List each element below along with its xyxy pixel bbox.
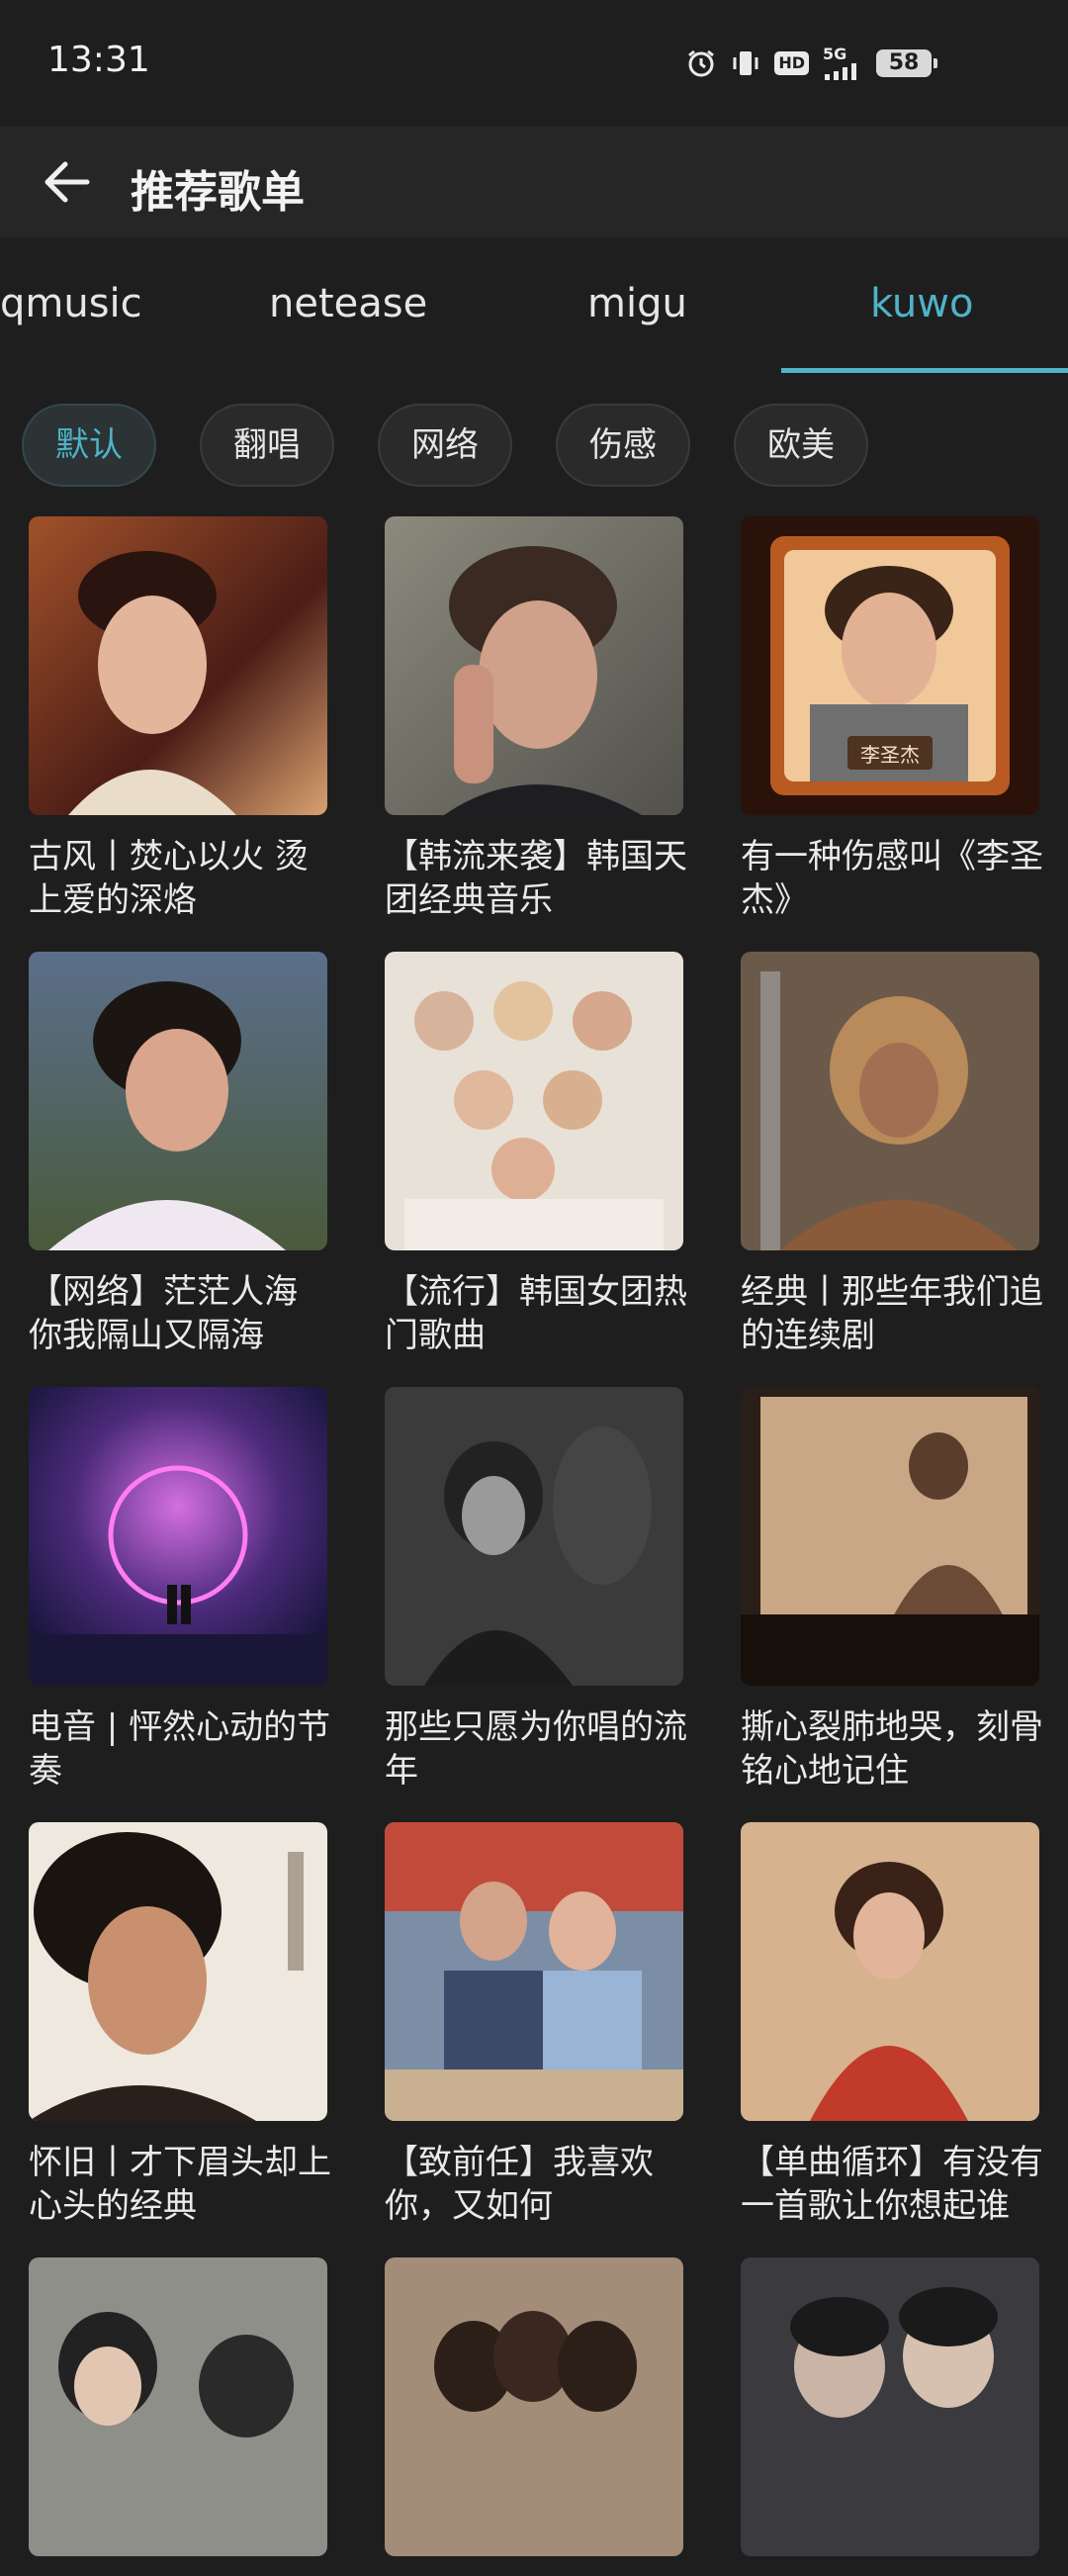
playlist-cover bbox=[385, 952, 683, 1250]
playlist-card[interactable]: 【网络】茫茫人海 你我隔山又隔海 bbox=[29, 952, 327, 1357]
back-arrow-icon bbox=[44, 161, 90, 203]
chip-default[interactable]: 默认 bbox=[22, 404, 156, 487]
battery-icon: 58 bbox=[876, 49, 937, 77]
playlist-card[interactable] bbox=[385, 2257, 683, 2576]
playlist-cover bbox=[741, 2257, 1039, 2556]
category-chips: 默认 翻唱 网络 伤感 欧美 bbox=[0, 404, 1068, 489]
hd-icon: HD bbox=[774, 51, 809, 75]
cover-caption: 李圣杰 bbox=[860, 743, 920, 767]
chip-cover[interactable]: 翻唱 bbox=[200, 404, 334, 487]
chip-western[interactable]: 欧美 bbox=[734, 404, 868, 487]
playlist-card[interactable]: 电音 | 怦然心动的节奏 bbox=[29, 1387, 330, 1793]
playlist-cover: 李圣杰 bbox=[741, 516, 1039, 815]
chip-sad[interactable]: 伤感 bbox=[556, 404, 690, 487]
playlist-title: 古风丨焚心以火 烫上爱的深烙 bbox=[29, 837, 309, 920]
playlist-cover bbox=[741, 952, 1039, 1250]
playlist-card[interactable]: 【单曲循环】有没有一首歌让你想起谁 bbox=[741, 1822, 1043, 2228]
playlist-card[interactable]: 怀旧丨才下眉头却上心头的经典 bbox=[29, 1822, 331, 2228]
playlist-card[interactable]: 李圣杰 有一种伤感叫《李圣杰》 bbox=[741, 516, 1043, 922]
tab-kuwo[interactable]: kuwo bbox=[870, 281, 973, 326]
playlist-card[interactable]: 撕心裂肺地哭，刻骨铭心地记住 bbox=[741, 1387, 1043, 1793]
playlist-title: 【网络】茫茫人海 你我隔山又隔海 bbox=[29, 1272, 298, 1355]
playlist-title: 【流行】韩国女团热门歌曲 bbox=[385, 1272, 687, 1355]
network-type: 5G bbox=[823, 45, 847, 63]
status-bar: 13:31 HD 5G 58 bbox=[0, 0, 1068, 127]
page-title: 推荐歌单 bbox=[131, 167, 305, 218]
chip-network[interactable]: 网络 bbox=[378, 404, 512, 487]
vibrate-icon bbox=[731, 47, 760, 79]
signal-icon: 5G bbox=[823, 46, 862, 80]
playlist-cover bbox=[741, 1822, 1039, 2121]
source-tabs: qmusic netease migu kuwo bbox=[0, 237, 1068, 376]
playlist-cover bbox=[29, 1387, 327, 1686]
playlist-title: 怀旧丨才下眉头却上心头的经典 bbox=[29, 2143, 331, 2226]
playlist-cover bbox=[741, 1387, 1039, 1686]
playlist-cover bbox=[385, 2257, 683, 2556]
playlist-cover bbox=[29, 516, 327, 815]
playlist-card[interactable]: 【致前任】我喜欢你，又如何 bbox=[385, 1822, 683, 2228]
alarm-icon bbox=[685, 47, 717, 79]
tab-indicator bbox=[781, 368, 1068, 373]
status-icons: HD 5G 58 bbox=[685, 44, 937, 83]
playlist-card[interactable] bbox=[29, 2257, 327, 2576]
playlist-cover bbox=[29, 952, 327, 1250]
playlist-card[interactable] bbox=[741, 2257, 1039, 2576]
playlist-title: 经典丨那些年我们追的连续剧 bbox=[741, 1272, 1043, 1355]
playlist-title: 那些只愿为你唱的流年 bbox=[385, 1707, 687, 1791]
playlist-cover bbox=[385, 1387, 683, 1686]
playlist-card[interactable]: 【流行】韩国女团热门歌曲 bbox=[385, 952, 687, 1357]
playlist-card[interactable]: 【韩流来袭】韩国天团经典音乐 bbox=[385, 516, 687, 922]
playlist-card[interactable]: 那些只愿为你唱的流年 bbox=[385, 1387, 687, 1793]
playlist-title: 有一种伤感叫《李圣杰》 bbox=[741, 837, 1043, 920]
app-bar: 推荐歌单 bbox=[0, 127, 1068, 237]
playlist-cover bbox=[385, 516, 683, 815]
back-button[interactable] bbox=[34, 148, 101, 216]
playlist-title: 【致前任】我喜欢你，又如何 bbox=[385, 2143, 654, 2226]
playlist-cover bbox=[385, 1822, 683, 2121]
playlist-card[interactable]: 经典丨那些年我们追的连续剧 bbox=[741, 952, 1043, 1357]
playlist-title: 电音 | 怦然心动的节奏 bbox=[29, 1707, 331, 1791]
playlist-cover bbox=[29, 2257, 327, 2556]
tab-netease[interactable]: netease bbox=[269, 281, 427, 326]
playlist-cover bbox=[29, 1822, 327, 2121]
status-time: 13:31 bbox=[47, 40, 150, 80]
playlist-title: 【韩流来袭】韩国天团经典音乐 bbox=[385, 837, 687, 920]
tab-migu[interactable]: migu bbox=[587, 281, 687, 326]
playlist-card[interactable]: 古风丨焚心以火 烫上爱的深烙 bbox=[29, 516, 327, 922]
playlist-title: 【单曲循环】有没有一首歌让你想起谁 bbox=[741, 2143, 1043, 2226]
tab-qmusic[interactable]: qmusic bbox=[0, 281, 142, 326]
playlist-title: 撕心裂肺地哭，刻骨铭心地记住 bbox=[741, 1707, 1043, 1791]
